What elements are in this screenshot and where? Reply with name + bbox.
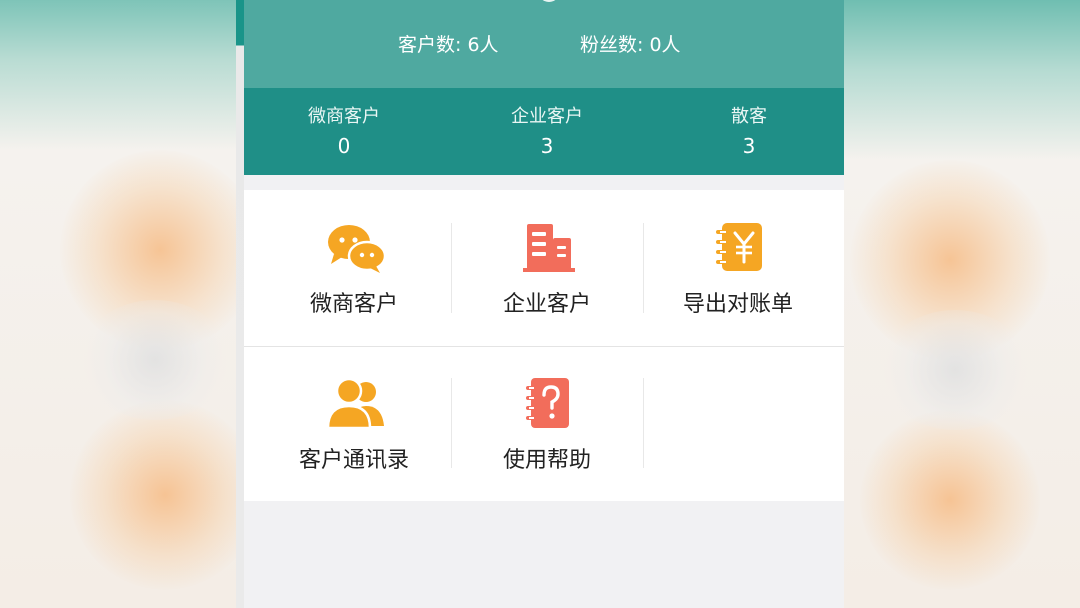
background-blur-blob <box>70 400 260 590</box>
stat-value: 0 <box>337 134 351 158</box>
wechat-chat-icon <box>324 220 388 276</box>
background-blur-blob <box>80 300 230 420</box>
bill-yuan-icon <box>708 220 772 276</box>
stat-value: 3 <box>540 134 554 158</box>
stat-value: 3 <box>742 134 756 158</box>
background-blur-blob <box>860 410 1040 590</box>
previous-screen-edge <box>236 0 244 608</box>
menu-item-customer-contacts[interactable]: 客户通讯录 <box>254 346 454 502</box>
menu-item-export-statement[interactable]: 导出对账单 <box>638 190 838 346</box>
menu-item-label: 客户通讯录 <box>298 448 409 473</box>
menu-item-wechat-customers[interactable]: 微商客户 <box>254 190 454 346</box>
customer-stats-bar: 微商客户 0 企业客户 3 散客 3 <box>244 88 844 175</box>
building-icon <box>517 220 581 276</box>
stat-label: 微商客户 <box>308 106 380 127</box>
help-book-icon <box>517 376 581 432</box>
menu-item-enterprise-customers[interactable]: 企业客户 <box>447 190 647 346</box>
stat-enterprise-customers[interactable]: 企业客户 3 <box>447 102 647 158</box>
menu-item-label: 使用帮助 <box>502 448 591 473</box>
menu-item-label: 微商客户 <box>309 292 398 317</box>
background-blur-blob <box>880 310 1030 430</box>
contacts-people-icon <box>324 376 388 432</box>
stat-label: 企业客户 <box>511 106 583 127</box>
stat-walk-in-customers[interactable]: 散客 3 <box>649 102 849 158</box>
fans-count: 粉丝数: 0人 <box>580 34 681 56</box>
menu-item-label: 导出对账单 <box>682 292 793 317</box>
avatar <box>538 0 560 2</box>
menu-grid: 微商客户 企业客户 导出对账单 客户通讯录 使用帮助 <box>244 190 844 501</box>
customer-count: 客户数: 6人 <box>398 34 499 56</box>
stat-wechat-customers[interactable]: 微商客户 0 <box>244 102 444 158</box>
profile-header: 客户数: 6人 粉丝数: 0人 <box>244 0 844 88</box>
stat-label: 散客 <box>731 106 767 127</box>
menu-item-help[interactable]: 使用帮助 <box>447 346 647 502</box>
menu-item-label: 企业客户 <box>502 292 591 317</box>
phone-screen: 客户数: 6人 粉丝数: 0人 微商客户 0 企业客户 3 散客 3 微商客户 … <box>236 0 844 608</box>
